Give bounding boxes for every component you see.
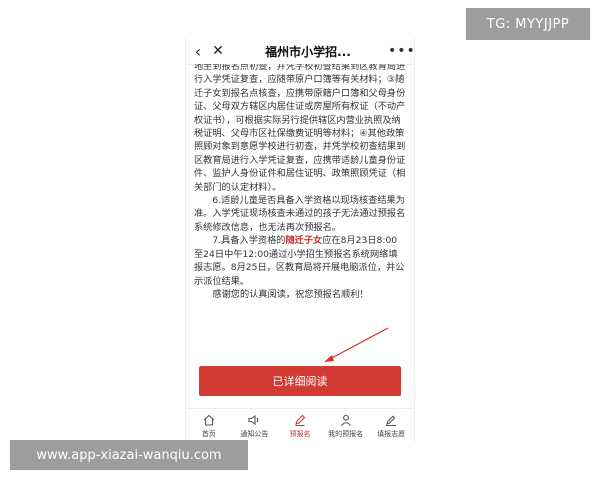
nav-preregister[interactable]: 预报名 xyxy=(277,409,323,442)
nav-my-preregistration-label: 我的预报名 xyxy=(328,430,364,438)
home-icon xyxy=(203,414,215,426)
nav-home-label: 首页 xyxy=(201,430,216,438)
nav-my-preregistration[interactable]: 我的预报名 xyxy=(323,409,369,442)
article-paragraph-2: 6.适龄儿童是否具备入学资格以现场核查结果为准。入学凭证现场核查未通过的孩子无法… xyxy=(194,195,406,233)
nav-notices[interactable]: 通知公告 xyxy=(232,409,278,442)
p3-pre: 7.具备入学资格的 xyxy=(212,235,286,247)
nav-fill-choices-label: 填报志愿 xyxy=(377,430,406,438)
top-bar: ‹ ✕ 福州市小学招... ••• xyxy=(186,38,414,65)
nav-home[interactable]: 首页 xyxy=(186,409,232,442)
bottom-nav: 首页 通知公告 预报名 我的预报名 填报志愿 xyxy=(186,408,414,442)
nav-notices-label: 通知公告 xyxy=(240,430,269,438)
speaker-icon xyxy=(248,414,259,426)
page-title: 福州市小学招... xyxy=(265,44,351,59)
confirm-read-button[interactable]: 已详细阅读 xyxy=(199,366,401,396)
more-dots-icon[interactable]: ••• xyxy=(388,43,414,59)
tg-watermark: TG: MYYJJPP xyxy=(466,8,590,40)
phone-screen: ‹ ✕ 福州市小学招... ••• 地至到报名点初查，并凭学校初查结果到区教育局… xyxy=(185,38,415,442)
highlight-migrant-children: 随迁子女 xyxy=(285,235,323,247)
pen-icon xyxy=(295,414,306,427)
edit-icon xyxy=(386,415,397,427)
article-paragraph-4: 感谢您的认真阅读，祝您预报名顺利！ xyxy=(212,288,369,300)
back-arrow-icon[interactable]: ‹ xyxy=(188,42,208,61)
user-icon xyxy=(340,414,351,426)
nav-fill-choices[interactable]: 填报志愿 xyxy=(368,409,414,442)
nav-preregister-label: 预报名 xyxy=(289,430,311,438)
site-watermark: www.app-xiazai-wanqiu.com xyxy=(10,440,248,470)
article-paragraph-1: 地至到报名点初查，并凭学校初查结果到区教育局进行入学凭证复查，应随带原户口簿等有… xyxy=(194,64,406,193)
article-body[interactable]: 地至到报名点初查，并凭学校初查结果到区教育局进行入学凭证复查，应随带原户口簿等有… xyxy=(186,64,414,380)
close-icon[interactable]: ✕ xyxy=(208,43,228,59)
article-paragraph-3: 7.具备入学资格的随迁子女应在8月23日8:00至24日中午12:00通过小学招… xyxy=(194,234,406,288)
